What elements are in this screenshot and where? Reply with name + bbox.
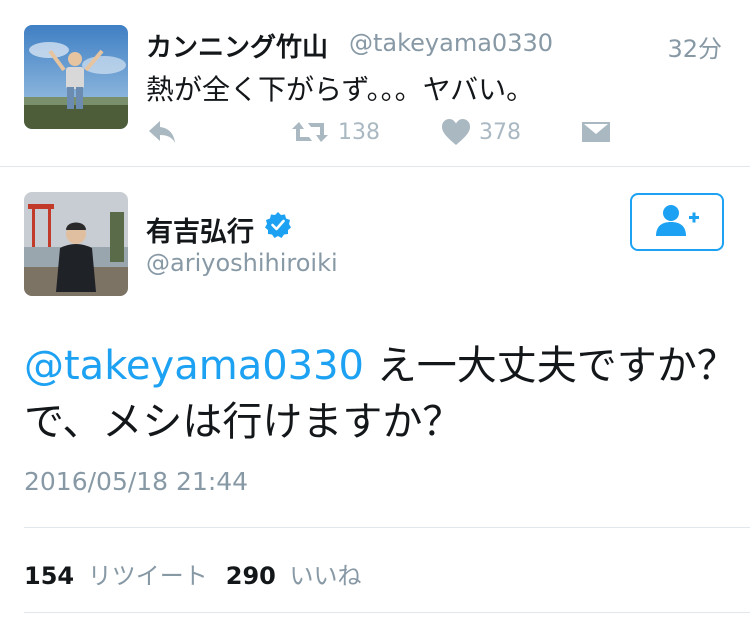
mention-link[interactable]: @takeyama0330 <box>24 343 364 389</box>
tweet1-timestamp[interactable]: 32分 <box>667 29 722 64</box>
follow-icon <box>653 202 701 242</box>
retweet-stat-label: リツイート <box>87 562 208 590</box>
retweet-count: 138 <box>338 119 380 145</box>
message-icon <box>580 119 612 145</box>
verified-badge-icon <box>264 211 292 243</box>
tweet-stats: 154 リツイート 290 いいね <box>24 556 362 591</box>
retweet-stat[interactable]: 154 リツイート <box>24 556 208 591</box>
tweet2-author-name[interactable]: 有吉弘行 <box>146 210 254 249</box>
like-count: 378 <box>479 119 521 145</box>
tweet2-text: @takeyama0330 え一大丈夫ですか？ で、メシは行けますか？ <box>24 338 737 450</box>
like-stat-count: 290 <box>225 562 276 590</box>
message-button[interactable] <box>580 119 612 145</box>
like-button[interactable]: 378 <box>441 118 521 146</box>
retweet-button[interactable]: 138 <box>290 119 380 145</box>
retweet-icon <box>290 119 330 145</box>
reply-icon <box>146 118 178 146</box>
heart-icon <box>441 118 471 146</box>
tweet1-author-name[interactable]: カンニング竹山 <box>146 27 328 64</box>
tweet2-author-handle[interactable]: @ariyoshihiroiki <box>146 249 338 277</box>
tweet-divider <box>0 166 750 167</box>
avatar-takeyama[interactable] <box>24 25 128 129</box>
tweet1-author-handle[interactable]: @takeyama0330 <box>349 29 553 57</box>
like-stat-label: いいね <box>289 562 362 590</box>
stats-divider-top <box>24 527 750 528</box>
tweet2-text-line1: え一大丈夫ですか？ <box>364 343 737 389</box>
tweet2-text-line2: で、メシは行けますか？ <box>24 399 463 445</box>
avatar-ariyoshi[interactable] <box>24 192 128 296</box>
like-stat[interactable]: 290 いいね <box>226 556 362 591</box>
retweet-stat-count: 154 <box>24 562 75 590</box>
stats-divider-bottom <box>24 612 750 613</box>
follow-button[interactable] <box>630 193 724 251</box>
reply-button[interactable] <box>146 118 178 146</box>
tweet1-text: 熱が全く下がらず。。。ヤバい。 <box>146 73 535 106</box>
tweet2-date[interactable]: 2016/05/18 21:44 <box>24 467 248 496</box>
